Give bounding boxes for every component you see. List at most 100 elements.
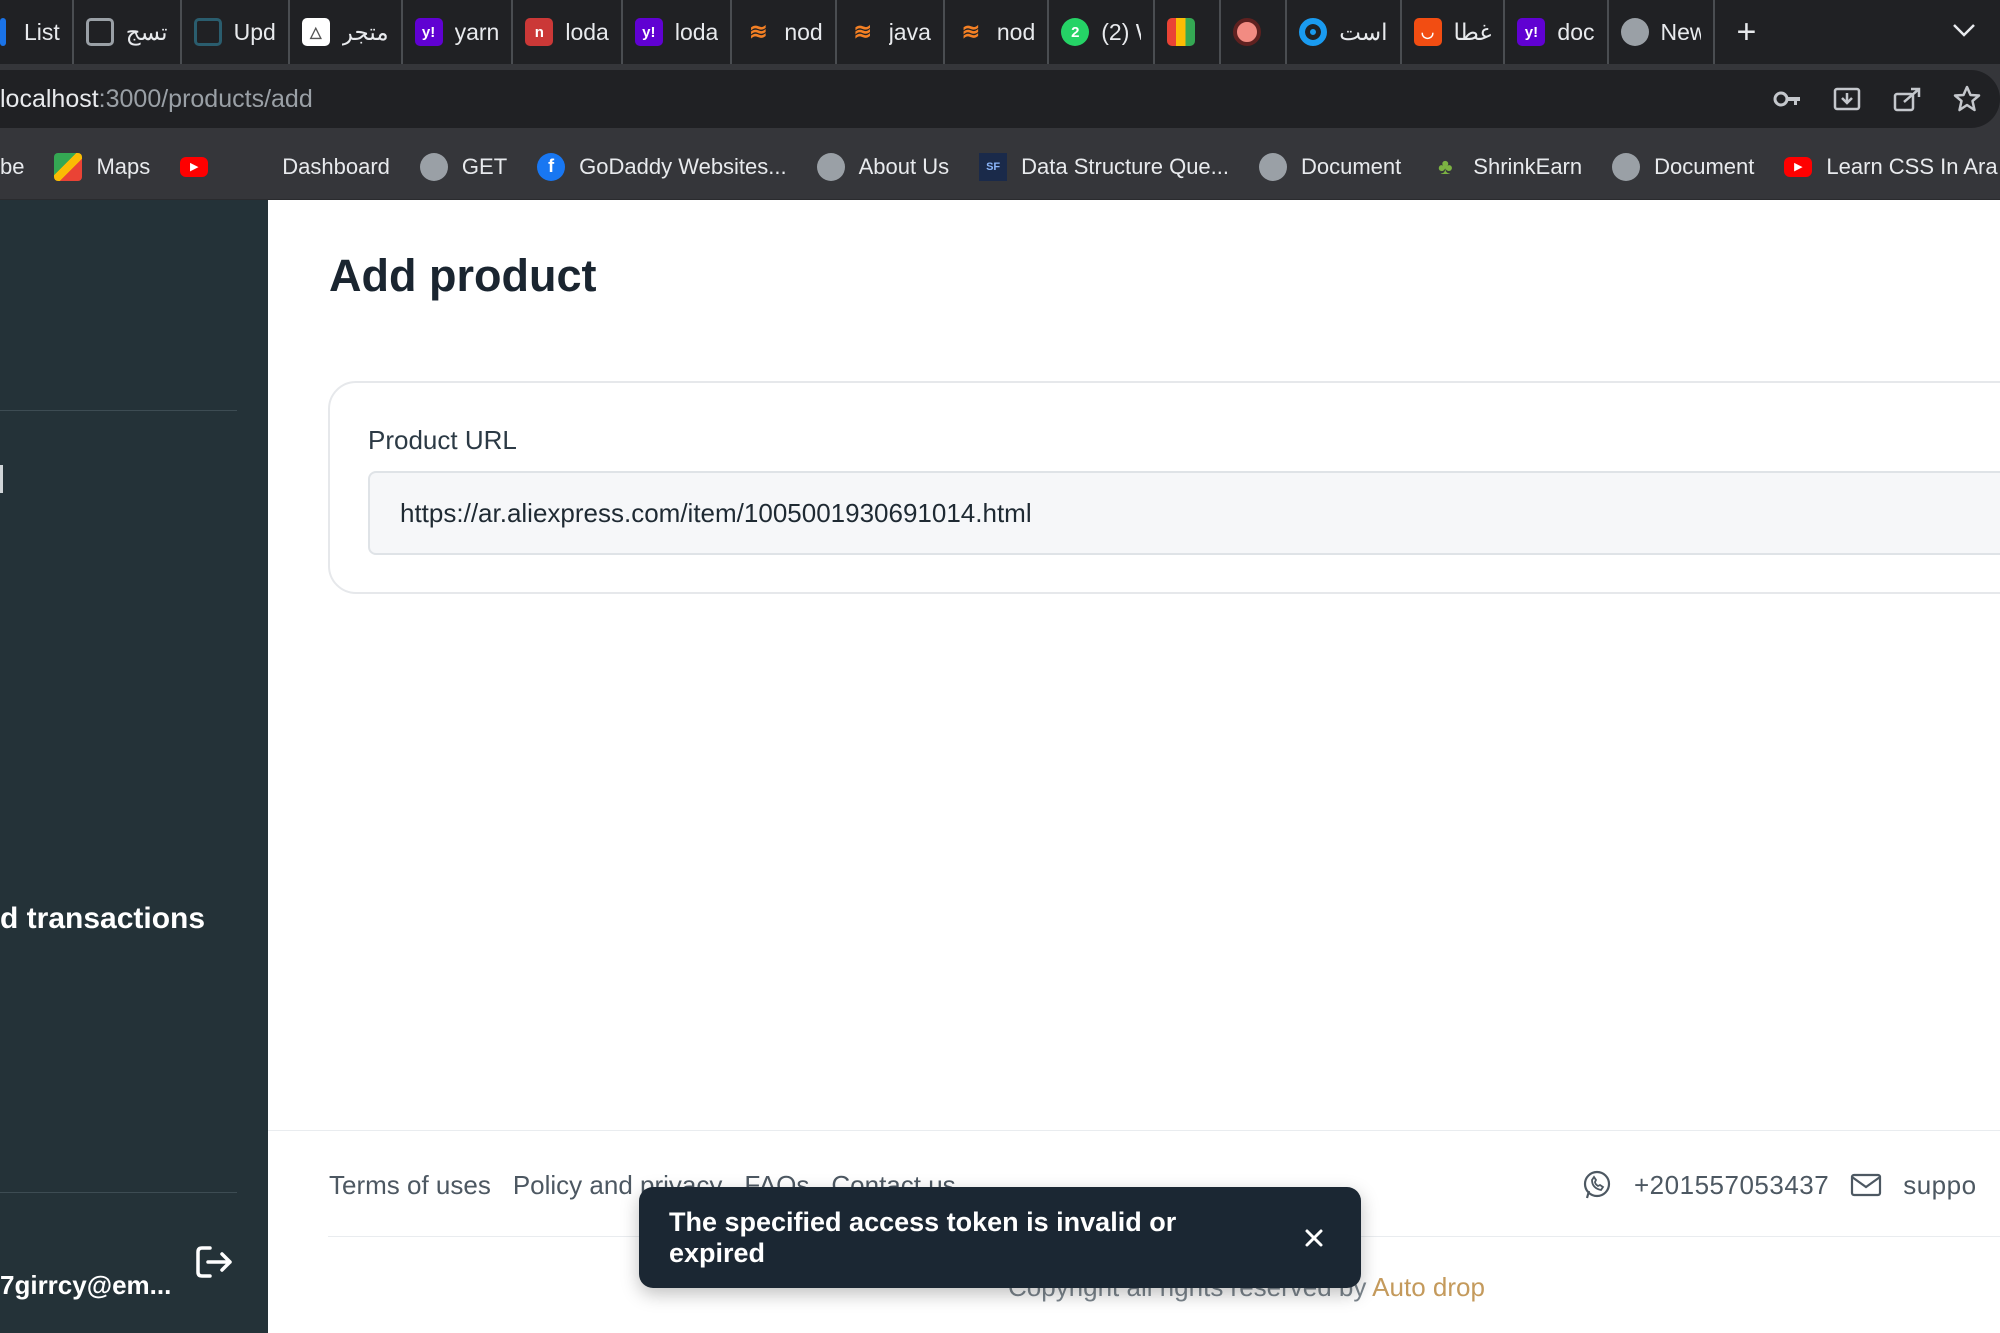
sidebar-item-marker — [0, 465, 3, 493]
globe-icon — [1612, 152, 1641, 181]
browser-tab[interactable]: تسج — [74, 0, 182, 64]
browser-toolbar: localhost:3000/products/add — [0, 64, 2000, 134]
meet-icon — [1167, 18, 1196, 46]
brand-link[interactable]: Auto drop — [1372, 1272, 1485, 1302]
yahoo-icon: y! — [1517, 18, 1546, 46]
product-url-input[interactable] — [368, 471, 2000, 555]
store-icon: △ — [301, 18, 330, 46]
browser-tab[interactable]: ≋ java — [837, 0, 945, 64]
bookmark-item[interactable]: ▶ — [180, 156, 222, 177]
tab-title: New — [1660, 18, 1701, 45]
whatsapp-icon — [1580, 1168, 1614, 1202]
toast-message: The specified access token is invalid or… — [669, 1206, 1177, 1268]
browser-tab[interactable]: y! yarn — [403, 0, 514, 64]
support-email[interactable]: suppo — [1903, 1170, 1976, 1201]
tab-title: loda — [674, 18, 719, 45]
browser-tab[interactable]: Upd — [182, 0, 290, 64]
bookmark-item[interactable]: Document — [1612, 152, 1755, 181]
browser-tab[interactable]: y! loda — [623, 0, 733, 64]
bookmark-item[interactable]: GET — [419, 152, 508, 181]
tab-title: nod — [784, 18, 823, 45]
browser-tab[interactable]: ≋ nod — [945, 0, 1050, 64]
npm-icon: n — [525, 18, 554, 46]
youtube-icon: ▶ — [180, 156, 209, 177]
browser-tab[interactable]: n loda — [513, 0, 623, 64]
footer-contact: +201557053437 suppo — [1580, 1168, 1977, 1202]
browser-tab[interactable]: ◡ غطا — [1402, 0, 1506, 64]
tab-title: (2) W — [1101, 18, 1141, 45]
sidebar-divider — [0, 1192, 237, 1193]
browser-tab[interactable]: New — [1609, 0, 1715, 64]
browser-tab[interactable] — [1221, 0, 1288, 64]
youtube-icon: ▶ — [1784, 156, 1813, 177]
bookmark-label: Dashboard — [282, 153, 390, 179]
chevron-down-icon[interactable] — [1948, 14, 1980, 46]
browser-tab[interactable] — [1155, 0, 1222, 64]
share-icon[interactable] — [1888, 80, 1926, 118]
sf-icon: SF — [979, 152, 1008, 181]
tab-title: loda — [565, 18, 609, 45]
key-icon[interactable] — [1768, 80, 1806, 118]
error-toast: The specified access token is invalid or… — [639, 1187, 1361, 1288]
bookmark-label: Document — [1301, 153, 1402, 179]
browser-tab[interactable]: △ متجر — [290, 0, 403, 64]
tree-icon: ♣ — [1438, 153, 1453, 179]
tab-title: nod — [996, 18, 1036, 45]
sidebar-item-transactions[interactable]: d transactions — [0, 902, 205, 936]
logout-icon[interactable] — [192, 1240, 236, 1284]
bookmark-item[interactable]: ♣ ShrinkEarn — [1431, 153, 1582, 181]
bookmark-label: ShrinkEarn — [1473, 153, 1583, 179]
browser-tab[interactable]: 2 (2) W — [1049, 0, 1156, 64]
new-tab-button[interactable]: + — [1715, 0, 1779, 64]
bookmark-star-icon[interactable] — [1948, 80, 1986, 118]
tab-title: متجر — [341, 18, 389, 45]
main-content: Add product Product URL Terms of uses Po… — [268, 200, 2000, 1333]
user-email: 7girrcy@em... — [0, 1270, 172, 1300]
omnibox-actions — [1768, 80, 1986, 118]
url-path: :3000/products/add — [98, 84, 313, 113]
browser-tab[interactable]: ≋ nod — [732, 0, 837, 64]
globe-icon — [1620, 18, 1649, 46]
close-icon[interactable] — [1296, 1220, 1331, 1256]
tab-title: doc — [1557, 18, 1595, 45]
product-form-card: Product URL — [328, 381, 2000, 594]
page-title: Add product — [329, 250, 597, 301]
bookmark-label: GoDaddy Websites... — [579, 153, 787, 179]
mail-icon — [1849, 1168, 1883, 1202]
tab-title: تسج — [125, 18, 168, 45]
bookmark-item[interactable]: f GoDaddy Websites... — [537, 152, 787, 181]
whatsapp-icon: 2 — [1061, 18, 1090, 46]
tab-title: غطا — [1453, 18, 1492, 45]
list-icon — [0, 18, 6, 46]
url-text[interactable]: localhost:3000/products/add — [0, 85, 313, 114]
sidebar-divider — [0, 410, 237, 411]
stackoverflow-icon: ≋ — [749, 19, 768, 44]
bookmark-item[interactable]: Dashboard — [282, 154, 390, 180]
tab-title: java — [888, 18, 931, 45]
bookmark-item[interactable]: Maps — [54, 152, 150, 181]
url-host: localhost — [0, 84, 99, 113]
install-icon[interactable] — [1828, 80, 1866, 118]
bookmark-label: GET — [461, 153, 508, 179]
bookmark-item[interactable]: About Us — [816, 152, 950, 181]
tab-title: List — [24, 18, 60, 45]
browser-tab[interactable]: List — [0, 0, 74, 64]
tab-title: Upd — [233, 18, 276, 45]
globe-icon — [816, 152, 845, 181]
bookmark-item[interactable]: ▶ Learn CSS In Ara — [1784, 154, 1998, 180]
terms-link[interactable]: Terms of uses — [329, 1170, 491, 1201]
bookmark-item[interactable]: be — [0, 154, 24, 180]
inbox-icon — [85, 18, 114, 46]
bookmark-label: Document — [1654, 153, 1755, 179]
circle-icon — [1299, 18, 1328, 46]
bookmark-item[interactable]: Document — [1259, 152, 1402, 181]
bookmark-label: About Us — [858, 153, 950, 179]
inbox-icon — [193, 18, 222, 46]
phone-number[interactable]: +201557053437 — [1634, 1170, 1829, 1201]
bookmark-item[interactable]: SF Data Structure Que... — [979, 152, 1229, 181]
browser-tab-strip: List تسج Upd △ متجر y! yarn n loda y! lo… — [0, 0, 2000, 64]
browser-tab[interactable]: y! doc — [1505, 0, 1609, 64]
address-bar[interactable]: localhost:3000/products/add — [0, 70, 2000, 128]
stackoverflow-icon: ≋ — [853, 19, 872, 44]
browser-tab[interactable]: است — [1287, 0, 1402, 64]
